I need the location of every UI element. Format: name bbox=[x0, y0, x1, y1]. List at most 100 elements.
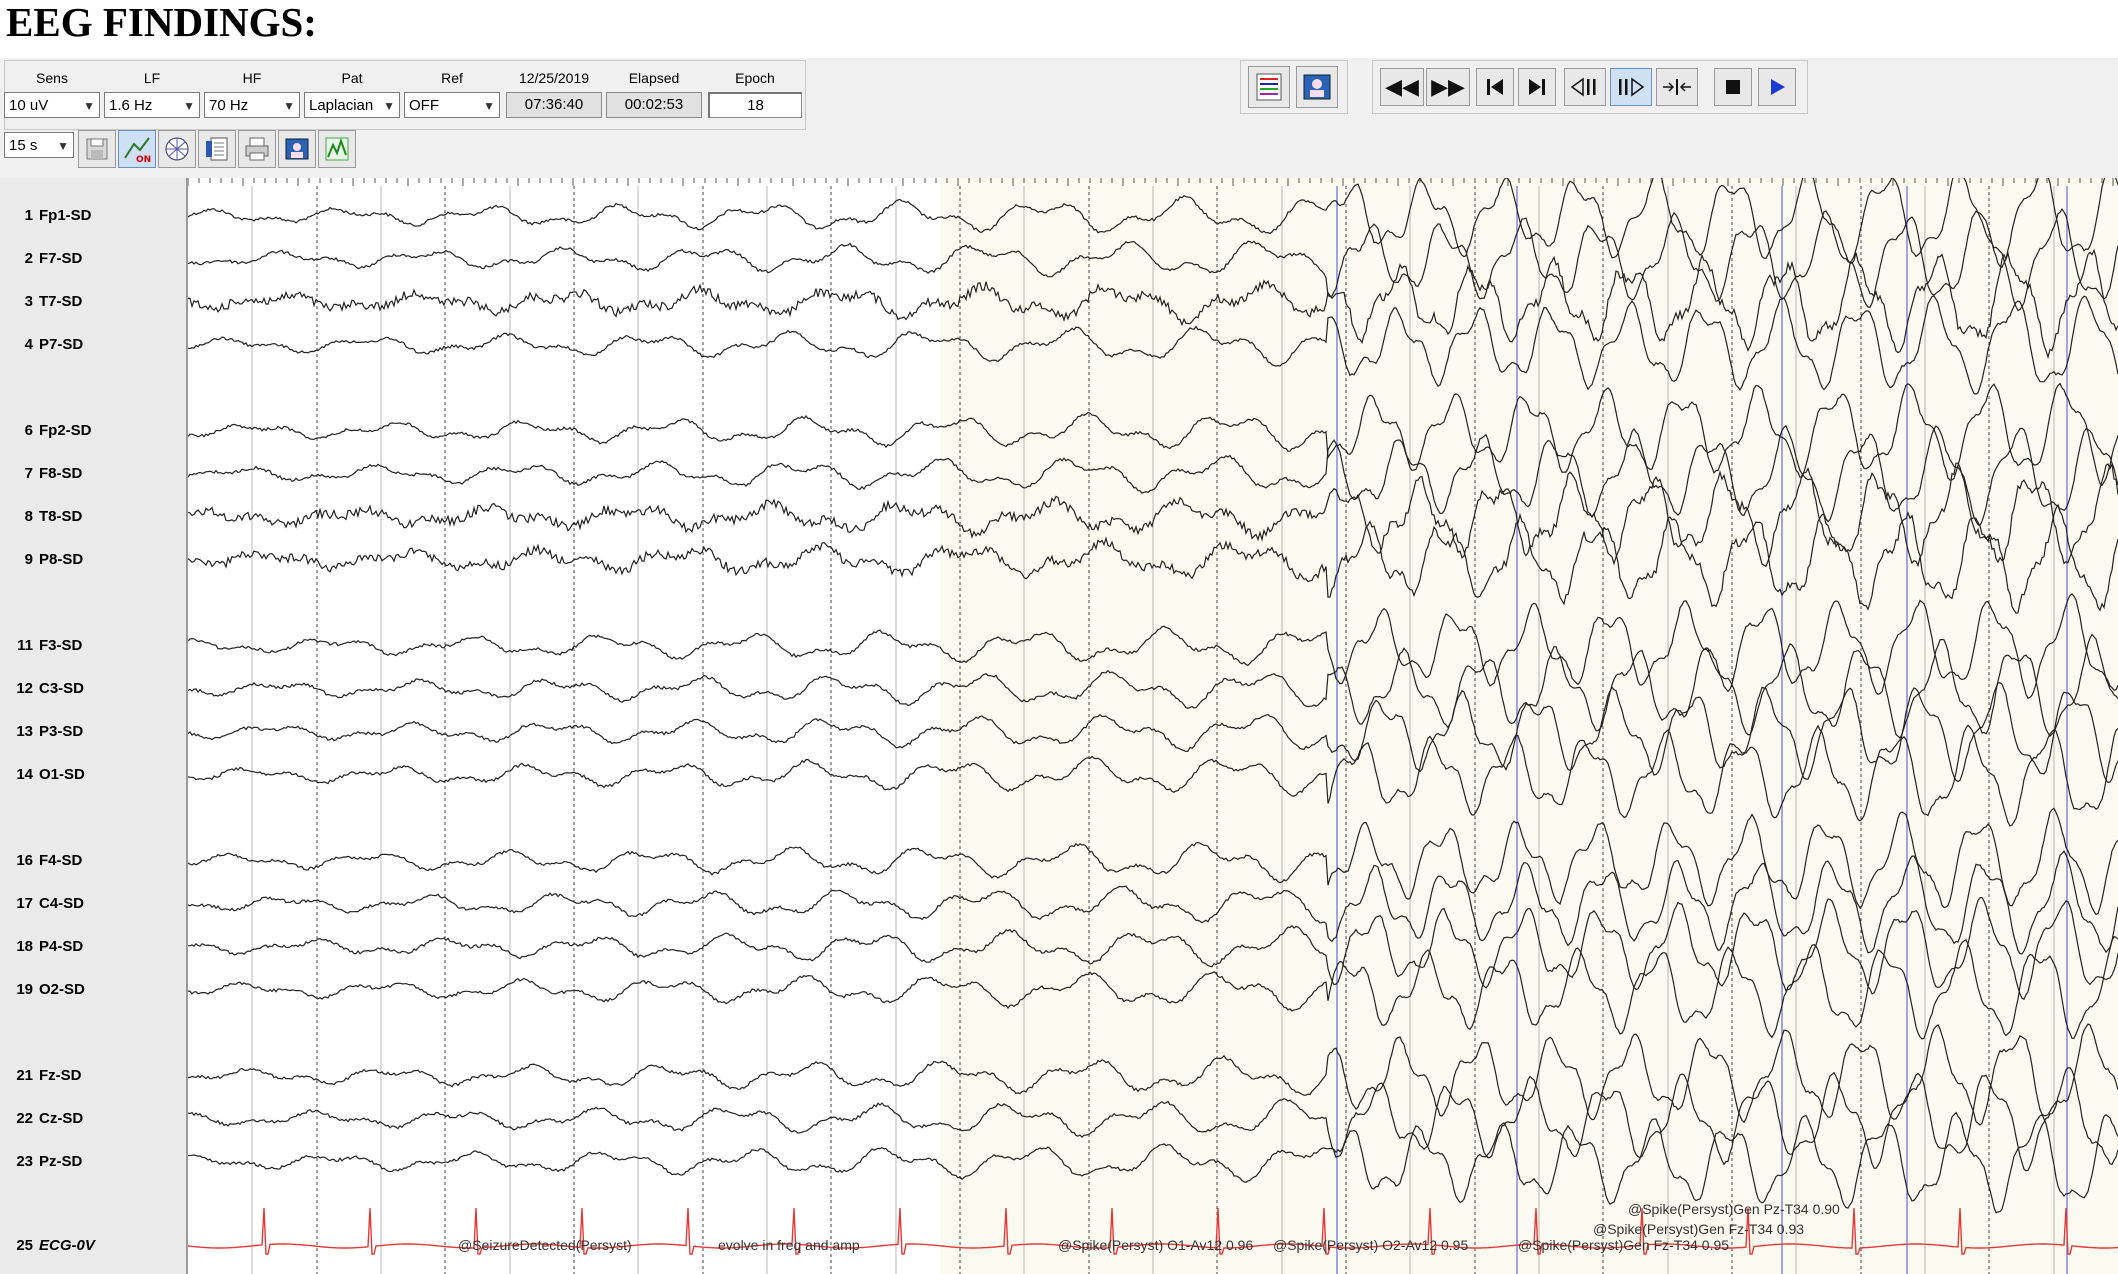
step-back-button[interactable] bbox=[1564, 68, 1606, 106]
stop-icon bbox=[1726, 80, 1740, 94]
channel-label-p7-sd[interactable]: 4 P7-SD bbox=[0, 336, 188, 353]
channel-label-o2-sd[interactable]: 19 O2-SD bbox=[0, 981, 188, 998]
chevron-down-icon: ▼ bbox=[83, 99, 95, 113]
patient-info-button[interactable] bbox=[198, 130, 236, 168]
channel-number: 2 bbox=[24, 250, 33, 267]
event-annotation[interactable]: @Spike(Persyst) O1-Av12 0.96 bbox=[1058, 1237, 1253, 1253]
channel-label-f8-sd[interactable]: 7 F8-SD bbox=[0, 465, 188, 482]
channel-name: F4-SD bbox=[39, 852, 83, 869]
page-heading: EEG FINDINGS: bbox=[6, 0, 317, 45]
event-annotation[interactable]: @Spike(Persyst)Gen Fz-T34 0.93 bbox=[1593, 1221, 1804, 1237]
video-icon bbox=[285, 138, 309, 160]
channel-name: T8-SD bbox=[39, 508, 83, 525]
save-button[interactable] bbox=[78, 130, 116, 168]
channel-label-f7-sd[interactable]: 2 F7-SD bbox=[0, 250, 188, 267]
channel-name: F8-SD bbox=[39, 465, 83, 482]
channel-name: P3-SD bbox=[39, 723, 84, 740]
montage-list-button[interactable] bbox=[1248, 66, 1290, 108]
chevron-down-icon: ▼ bbox=[57, 139, 69, 153]
eeg-traces[interactable]: @SeizureDetected(Persyst) evolve in freq … bbox=[188, 178, 2118, 1274]
fast-forward-button[interactable]: ▶▶ bbox=[1426, 68, 1470, 106]
channel-name: P7-SD bbox=[39, 336, 84, 353]
channel-number: 8 bbox=[24, 508, 33, 525]
lf-dropdown[interactable]: 1.6 Hz ▼ bbox=[104, 92, 200, 118]
channel-label-t8-sd[interactable]: 8 T8-SD bbox=[0, 508, 188, 525]
channel-label-fz-sd[interactable]: 21 Fz-SD bbox=[0, 1067, 188, 1084]
channel-label-cz-sd[interactable]: 22 Cz-SD bbox=[0, 1110, 188, 1127]
patient-info-icon bbox=[206, 137, 228, 161]
channel-label-p8-sd[interactable]: 9 P8-SD bbox=[0, 551, 188, 568]
head-map-button[interactable] bbox=[158, 130, 196, 168]
trend-button[interactable] bbox=[318, 130, 356, 168]
ref-label: Ref bbox=[441, 70, 463, 86]
pat-dropdown[interactable]: Laplacian ▼ bbox=[304, 92, 400, 118]
channel-name: Fp1-SD bbox=[39, 207, 92, 224]
montage-list-icon bbox=[1256, 73, 1282, 101]
event-annotation[interactable]: @Spike(Persyst)Gen Fz-T34 0.95 bbox=[1518, 1237, 1729, 1253]
go-to-start-icon bbox=[1487, 79, 1503, 95]
go-to-start-button[interactable] bbox=[1476, 68, 1514, 106]
chevron-down-icon: ▼ bbox=[383, 99, 395, 113]
save-icon bbox=[86, 138, 108, 160]
ref-dropdown[interactable]: OFF ▼ bbox=[404, 92, 500, 118]
channel-label-p4-sd[interactable]: 18 P4-SD bbox=[0, 938, 188, 955]
event-annotation[interactable]: @SeizureDetected(Persyst) bbox=[458, 1237, 632, 1253]
channel-label-c4-sd[interactable]: 17 C4-SD bbox=[0, 895, 188, 912]
event-annotation[interactable]: @Spike(Persyst) O2-Av12 0.95 bbox=[1273, 1237, 1468, 1253]
epoch-readout: 18 bbox=[708, 92, 802, 118]
timebase-dropdown[interactable]: 15 s ▼ bbox=[4, 132, 74, 158]
channel-name: P4-SD bbox=[39, 938, 84, 955]
play-icon bbox=[1771, 79, 1785, 95]
channel-label-c3-sd[interactable]: 12 C3-SD bbox=[0, 680, 188, 697]
channel-number: 21 bbox=[16, 1067, 33, 1084]
channel-label-f3-sd[interactable]: 11 F3-SD bbox=[0, 637, 188, 654]
chevron-down-icon: ▼ bbox=[483, 99, 495, 113]
channel-label-fp2-sd[interactable]: 6 Fp2-SD bbox=[0, 422, 188, 439]
video-window-icon bbox=[1303, 74, 1331, 100]
channel-name: Pz-SD bbox=[39, 1153, 83, 1170]
channel-number: 22 bbox=[16, 1110, 33, 1127]
channel-number: 9 bbox=[24, 551, 33, 568]
fast-rewind-button[interactable]: ◀◀ bbox=[1380, 68, 1424, 106]
collapse-button[interactable] bbox=[1656, 68, 1698, 106]
lf-label: LF bbox=[143, 70, 161, 86]
hf-dropdown[interactable]: 70 Hz ▼ bbox=[204, 92, 300, 118]
step-forward-icon bbox=[1619, 77, 1645, 97]
go-to-end-button[interactable] bbox=[1518, 68, 1556, 106]
ref-value: OFF bbox=[409, 97, 439, 114]
video-window-button[interactable] bbox=[1296, 66, 1338, 108]
pat-value: Laplacian bbox=[309, 97, 374, 114]
event-annotation[interactable]: evolve in freq and amp bbox=[718, 1237, 860, 1253]
hf-label: HF bbox=[242, 70, 262, 86]
stop-button[interactable] bbox=[1714, 68, 1752, 106]
channel-label-p3-sd[interactable]: 13 P3-SD bbox=[0, 723, 188, 740]
svg-text:ON: ON bbox=[136, 155, 151, 164]
pat-label: Pat bbox=[341, 70, 363, 86]
channel-number: 7 bbox=[24, 465, 33, 482]
collapse-icon bbox=[1663, 79, 1691, 95]
channel-label-o1-sd[interactable]: 14 O1-SD bbox=[0, 766, 188, 783]
print-button[interactable] bbox=[238, 130, 276, 168]
elapsed-label: Elapsed bbox=[628, 70, 680, 86]
channel-number: 1 bbox=[24, 207, 33, 224]
step-back-icon bbox=[1570, 77, 1596, 97]
event-annotation[interactable]: @Spike(Persyst)Gen Pz-T34 0.90 bbox=[1628, 1201, 1840, 1217]
channel-number: 12 bbox=[16, 680, 33, 697]
channel-name: ECG-0V bbox=[39, 1237, 95, 1254]
channel-name: F7-SD bbox=[39, 250, 83, 267]
channel-label-pz-sd[interactable]: 23 Pz-SD bbox=[0, 1153, 188, 1170]
eeg-toolbar: Sens 10 uV ▼ LF 1.6 Hz ▼ HF 70 Hz ▼ Pat Lap… bbox=[0, 58, 2118, 178]
channel-label-ecg-0v[interactable]: 25 ECG-0V bbox=[0, 1237, 188, 1254]
channel-number: 14 bbox=[16, 766, 33, 783]
channel-label-f4-sd[interactable]: 16 F4-SD bbox=[0, 852, 188, 869]
step-forward-button[interactable] bbox=[1610, 68, 1652, 106]
channel-label-fp1-sd[interactable]: 1 Fp1-SD bbox=[0, 207, 188, 224]
channel-label-t7-sd[interactable]: 3 T7-SD bbox=[0, 293, 188, 310]
channel-name: P8-SD bbox=[39, 551, 84, 568]
video-button[interactable] bbox=[278, 130, 316, 168]
sens-value: 10 uV bbox=[9, 97, 49, 114]
play-button[interactable] bbox=[1758, 68, 1796, 106]
sens-dropdown[interactable]: 10 uV ▼ bbox=[4, 92, 100, 118]
lf-value: 1.6 Hz bbox=[109, 97, 153, 114]
review-on-button[interactable]: ON bbox=[118, 130, 156, 168]
